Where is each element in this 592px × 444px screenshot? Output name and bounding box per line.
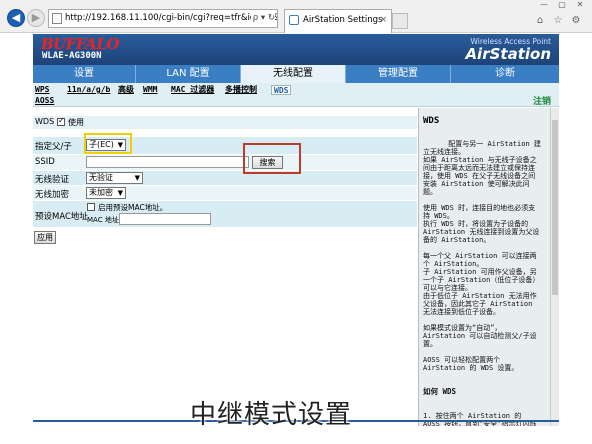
auth-label: 无线验证 — [35, 175, 70, 185]
mac-address-input[interactable] — [119, 213, 211, 225]
product-name: AirStation — [465, 45, 551, 63]
submenu-wps[interactable]: WPS — [35, 85, 49, 95]
encrypt-row: 无线加密 未加密 ▼ — [33, 186, 417, 200]
address-controls[interactable]: ρ ▾ ↻ — [250, 10, 275, 27]
submenu-11n[interactable]: 11n/a/g/b — [67, 85, 110, 95]
encrypt-label: 无线加密 — [35, 190, 70, 200]
help-howto-text: 1. 按住两个 AirStation 的 AOSS 按钮，直到“安全”指示灯闪烁… — [423, 412, 537, 426]
wds-use-checkbox[interactable] — [57, 116, 65, 126]
address-text: http://192.168.11.100/cgi-bin/cgi?req=tf… — [65, 13, 278, 23]
main-menu: 设置 LAN 配置 无线配置 管理配置 诊断 — [33, 65, 559, 83]
auth-value: 无验证 — [89, 173, 113, 182]
wds-use-label: 使用 — [68, 118, 84, 127]
wds-label: WDS — [35, 117, 55, 126]
preset-mac-checkbox[interactable] — [87, 203, 95, 211]
router-header: BUFFALO WLAE-AG300N Wireless Access Poin… — [33, 34, 559, 65]
caption-text: 中继模式设置 — [190, 400, 353, 430]
submenu-wmm[interactable]: WMM — [143, 85, 157, 95]
submenu-mac-filter[interactable]: MAC 过滤器 — [171, 85, 214, 95]
chevron-down-icon: ▼ — [117, 189, 123, 197]
encrypt-select[interactable]: 未加密 ▼ — [86, 187, 126, 199]
logout-link[interactable]: 注销 — [533, 94, 551, 107]
highlight-parent-child — [84, 133, 132, 154]
submenu-advanced[interactable]: 高级 — [118, 85, 134, 95]
menu-admin[interactable]: 管理配置 — [346, 65, 451, 83]
help-body-text: 配置与另一 AirStation 建立无线连接。 如果 AirStation 与… — [423, 140, 541, 372]
encrypt-value: 未加密 — [89, 188, 113, 197]
back-button[interactable]: ◀ — [7, 9, 25, 27]
address-bar[interactable]: http://192.168.11.100/cgi-bin/cgi?req=tf… — [48, 9, 278, 28]
sub-menu: WPS 11n/a/g/b 高级 WMM MAC 过滤器 多播控制 WDS AO… — [33, 83, 559, 107]
minimize-icon[interactable]: — — [536, 0, 552, 10]
chevron-down-icon: ▼ — [134, 174, 140, 182]
forward-button[interactable]: ▶ — [27, 9, 45, 27]
apply-button[interactable]: 应用 — [34, 231, 56, 244]
help-title: WDS — [423, 116, 440, 126]
menu-diagnostics[interactable]: 诊断 — [451, 65, 559, 83]
favorites-icon[interactable]: ☆ — [552, 15, 564, 27]
settings-icon[interactable]: ⚙ — [570, 15, 582, 27]
auth-row: 无线验证 无验证 ▼ — [33, 171, 417, 185]
menu-setup[interactable]: 设置 — [33, 65, 136, 83]
page-icon — [52, 13, 62, 24]
parent-child-label: 指定父/子 — [35, 142, 72, 152]
preset-mac-row: 预设MAC地址 启用预设MAC地址。 MAC 地址 — [33, 201, 417, 227]
home-icon[interactable]: ⌂ — [534, 15, 546, 27]
close-window-icon[interactable]: ✕ — [572, 0, 588, 10]
favicon-icon — [289, 15, 299, 25]
router-page: BUFFALO WLAE-AG300N Wireless Access Poin… — [33, 34, 559, 426]
submenu-wds[interactable]: WDS — [271, 85, 292, 95]
preset-mac-enable-label: 启用预设MAC地址。 — [98, 203, 168, 212]
help-body: 配置与另一 AirStation 建立无线连接。 如果 AirStation 与… — [423, 132, 541, 426]
mac-address-label: MAC 地址 — [87, 216, 119, 224]
ssid-label: SSID — [35, 157, 55, 167]
auth-select[interactable]: 无验证 ▼ — [86, 172, 143, 184]
settings-panel: WDS 使用 指定父/子 子(EC) ▼ SSID 搜索 无线验证 无验证 ▼ — [33, 108, 417, 426]
ssid-input[interactable] — [86, 156, 249, 168]
tab-close-icon[interactable]: × — [380, 10, 387, 30]
help-panel: WDS 配置与另一 AirStation 建立无线连接。 如果 AirStati… — [418, 108, 559, 426]
scrollbar-thumb[interactable] — [552, 120, 558, 295]
submenu-multicast[interactable]: 多播控制 — [225, 85, 257, 95]
new-tab-button[interactable] — [392, 13, 408, 29]
browser-tab[interactable]: AirStation Settings × — [284, 9, 392, 33]
preset-mac-label: 预设MAC地址 — [35, 212, 88, 222]
tab-title: AirStation Settings — [303, 15, 383, 25]
model-name: WLAE-AG300N — [42, 51, 102, 61]
help-howto-title: 如何 WDS — [423, 387, 457, 396]
menu-lan[interactable]: LAN 配置 — [136, 65, 241, 83]
browser-toolbar: ◀ ▶ http://192.168.11.100/cgi-bin/cgi?re… — [0, 0, 592, 33]
help-scrollbar[interactable] — [550, 108, 559, 426]
menu-wireless[interactable]: 无线配置 — [241, 65, 346, 83]
submenu-aoss[interactable]: AOSS — [35, 96, 54, 106]
highlight-search-button — [243, 143, 301, 174]
wds-toggle-row: WDS 使用 — [33, 116, 417, 129]
ssid-row: SSID 搜索 — [33, 155, 417, 170]
maximize-icon[interactable]: ▢ — [554, 0, 570, 10]
